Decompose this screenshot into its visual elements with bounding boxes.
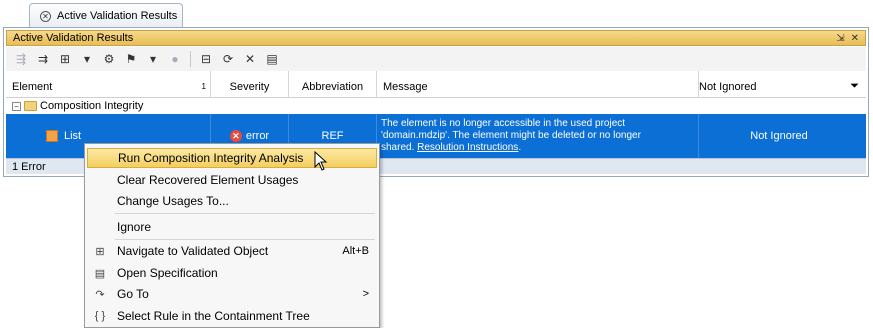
group-row[interactable]: − Composition Integrity: [6, 98, 866, 114]
resolution-instructions-link[interactable]: Resolution Instructions: [417, 142, 518, 153]
goto-icon: ↷: [95, 288, 105, 301]
error-icon: ✕: [229, 130, 242, 142]
dropdown-icon[interactable]: ▾: [78, 50, 96, 68]
menu-item-select-rule-in-containment-tree[interactable]: { } Select Rule in the Containment Tree: [87, 306, 377, 326]
flag-icon[interactable]: ⚑: [122, 50, 140, 68]
braces-icon: { }: [94, 310, 106, 322]
group-label: Composition Integrity: [40, 100, 144, 112]
refresh-icon[interactable]: ⟳: [219, 50, 237, 68]
tools-icon[interactable]: ✕: [241, 50, 259, 68]
filter-icon[interactable]: ⇉: [34, 50, 52, 68]
menu-item-navigate-to-validated-object[interactable]: ⊞ Navigate to Validated Object Alt+B: [87, 241, 377, 261]
toolbar-separator: [190, 51, 191, 67]
menu-separator: [115, 213, 375, 214]
list-icon: [46, 130, 58, 142]
column-not-ignored[interactable]: Not Ignored ⏷: [699, 71, 859, 98]
column-abbreviation[interactable]: Abbreviation: [289, 71, 377, 98]
submenu-arrow-icon: >: [362, 288, 369, 300]
cell-not-ignored: Not Ignored: [750, 130, 808, 142]
table-header: Element 1 Severity Abbreviation Message N…: [6, 71, 866, 98]
navigate-icon: ⊞: [95, 245, 105, 258]
menu-item-clear-recovered-element-usages[interactable]: Clear Recovered Element Usages: [87, 170, 377, 190]
context-menu: Run Composition Integrity Analysis Clear…: [84, 143, 380, 328]
menu-item-go-to[interactable]: ↷ Go To >: [87, 284, 377, 304]
menu-item-run-composition-integrity-analysis[interactable]: Run Composition Integrity Analysis: [87, 148, 377, 168]
close-tab-icon[interactable]: ✕: [40, 10, 51, 22]
column-element[interactable]: Element 1: [6, 71, 211, 98]
column-severity[interactable]: Severity: [211, 71, 289, 98]
column-message[interactable]: Message: [377, 71, 699, 98]
folder-icon: [24, 101, 37, 111]
tab-label: Active Validation Results: [57, 10, 178, 22]
menu-separator: [115, 239, 375, 240]
hierarchy-icon[interactable]: ⊞: [56, 50, 74, 68]
status-text: 1 Error: [12, 160, 46, 173]
dropdown-icon[interactable]: ▾: [144, 50, 162, 68]
collapse-icon[interactable]: −: [12, 101, 21, 111]
report-icon[interactable]: ▤: [263, 50, 281, 68]
column-filter-icon[interactable]: ⏷: [850, 80, 859, 93]
toolbar: ⇶ ⇉ ⊞ ▾ ⚙ ⚑ ▾ ● ⊟ ⟳ ✕ ▤: [6, 47, 866, 71]
specification-icon: ▤: [94, 267, 106, 280]
panel-title: Active Validation Results: [13, 32, 134, 44]
restore-icon[interactable]: ⇲: [836, 33, 844, 44]
tab-active-validation-results[interactable]: ✕ Active Validation Results: [29, 3, 183, 28]
tab-strip: ✕ Active Validation Results: [0, 0, 873, 28]
menu-item-change-usages-to[interactable]: Change Usages To...: [87, 191, 377, 211]
menu-item-open-specification[interactable]: ▤ Open Specification: [87, 263, 377, 283]
settings-icon[interactable]: ⚙: [100, 50, 118, 68]
cell-message: The element is no longer accessible in t…: [377, 114, 699, 158]
menu-item-ignore[interactable]: Ignore: [87, 217, 377, 237]
validate-icon[interactable]: ⊟: [197, 50, 215, 68]
stop-icon[interactable]: ●: [166, 50, 184, 68]
expand-icon[interactable]: ⇶: [12, 50, 30, 68]
mouse-cursor-icon: [314, 151, 328, 171]
panel-titlebar: Active Validation Results ⇲ ✕: [6, 30, 866, 46]
close-panel-icon[interactable]: ✕: [851, 33, 859, 44]
